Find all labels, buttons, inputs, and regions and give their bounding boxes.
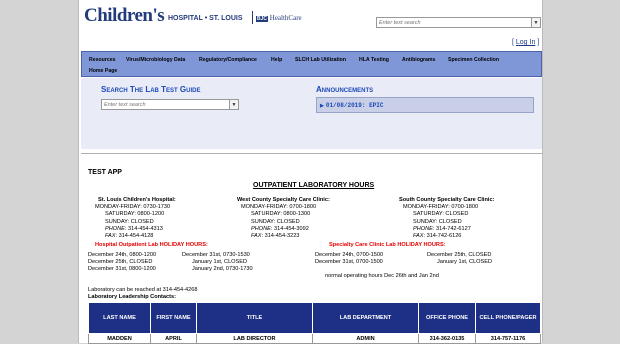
table-cell: MADDEN <box>88 333 151 344</box>
logo-divider <box>252 11 253 24</box>
location-hours-line: SUNDAY: CLOSED <box>251 218 300 225</box>
location-hours-line: SUNDAY: CLOSED <box>105 218 154 225</box>
location-hours-line: SATURDAY: 0800-1200 <box>105 211 165 218</box>
holiday-line: December 24th, 0800-1200 <box>88 252 157 258</box>
lab-test-guide-search-input[interactable] <box>102 101 229 108</box>
holiday-line: December 31st, 0800-1200 <box>88 266 156 273</box>
announcement-item[interactable]: ▶ 01/08/2019: EPIC <box>320 102 383 109</box>
hospital-holiday-list-right: December 31st, 0730-1530 January 1st, CL… <box>182 252 253 274</box>
announcements-box: ▶ 01/08/2019: EPIC <box>316 97 534 113</box>
logo-hospital-text: HOSPITAL • ST. LOUIS <box>168 15 243 22</box>
nav-item-slch-lab-utilization[interactable]: SLCH Lab Utilization <box>295 57 346 63</box>
bjc-logo: BJC HealthCare <box>256 14 302 22</box>
chevron-down-icon: ▼ <box>231 101 237 108</box>
lab-test-guide-search: ▼ <box>101 99 239 110</box>
nav-item-home-page[interactable]: Home Page <box>89 68 117 74</box>
location-west-county: West County Specialty Care Clinic: MONDA… <box>237 197 330 240</box>
location-name: St. Louis Children's Hospital: <box>98 197 176 203</box>
holiday-line: January 1st, CLOSED <box>437 259 493 266</box>
main-nav: Resources Virus/Microbiology Data Regula… <box>81 51 542 77</box>
location-fax: FAX: 314-454-3223 <box>251 233 300 240</box>
table-cell: LAB DIRECTOR <box>196 333 313 344</box>
location-name: South County Specialty Care Clinic: <box>399 197 495 203</box>
holiday-line: December 25th, CLOSED <box>88 259 153 266</box>
outpatient-hours-title: OUTPATIENT LABORATORY HOURS <box>253 182 375 189</box>
holiday-line: December 24th, 0700-1500 <box>315 252 384 258</box>
app-title: TEST APP <box>88 169 122 176</box>
table-cell: 314-362-0135 <box>418 333 476 344</box>
nav-item-antibiograms[interactable]: Antibiograms <box>402 57 435 63</box>
lab-test-guide-dropdown-button[interactable]: ▼ <box>229 100 238 109</box>
specialty-holiday-title: Specialty Care Clinic Lab HOLIDAY HOURS: <box>329 242 446 248</box>
table-cell: 314-757-1176 <box>475 333 541 344</box>
location-hours-line: MONDAY-FRIDAY: 0700-1800 <box>403 204 479 211</box>
specialty-holiday-note: normal operating hours Dec 26th and Jan … <box>325 273 439 279</box>
table-cell: ADMIN <box>312 333 419 344</box>
column-header: FIRST NAME <box>150 302 197 334</box>
location-fax: FAX: 314-742-6126 <box>413 233 462 240</box>
nav-item-specimen-collection[interactable]: Specimen Collection <box>448 57 499 63</box>
holiday-line: December 31st, 0730-1530 <box>182 252 250 258</box>
nav-item-help[interactable]: Help <box>271 57 282 63</box>
column-header: CELL PHONE/PAGER <box>475 302 541 334</box>
holiday-line: December 31st, 0700-1500 <box>315 259 383 266</box>
location-hours-line: MONDAY-FRIDAY: 0730-1730 <box>95 204 171 211</box>
chevron-down-icon: ▼ <box>533 19 539 26</box>
hospital-holiday-list-left: December 24th, 0800-1200 December 25th, … <box>88 252 156 274</box>
caret-right-icon: ▶ <box>320 102 324 109</box>
location-hours-line: SUNDAY: CLOSED <box>413 218 462 225</box>
specialty-holiday-list-left: December 24th, 0700-1500 December 31st, … <box>315 252 383 266</box>
nav-item-regulatory-compliance[interactable]: Regulatory/Compliance <box>199 57 257 63</box>
location-hours-line: SATURDAY: 0800-1300 <box>251 211 311 218</box>
table-row: MADDEN APRIL LAB DIRECTOR ADMIN 314-362-… <box>88 333 541 344</box>
nav-item-virus-microbiology[interactable]: Virus/Microbiology Data <box>126 57 185 63</box>
holiday-line: January 2nd, 0730-1730 <box>192 266 253 273</box>
location-phone: PHONE: 314-454-3092 <box>251 225 309 232</box>
column-header: LAB DEPARTMENT <box>312 302 419 334</box>
location-hours-line: MONDAY-FRIDAY: 0700-1800 <box>241 204 317 211</box>
column-header: OFFICE PHONE <box>418 302 476 334</box>
location-name: West County Specialty Care Clinic: <box>237 197 330 203</box>
table-header-row: LAST NAME FIRST NAME TITLE LAB DEPARTMEN… <box>88 302 541 334</box>
page-container: Children's HOSPITAL • ST. LOUIS BJC Heal… <box>78 0 544 344</box>
holiday-line: January 1st, CLOSED <box>192 259 248 266</box>
site-search-dropdown-button[interactable]: ▼ <box>531 18 540 27</box>
childrens-logo[interactable]: Children's <box>84 5 165 27</box>
location-slch: St. Louis Children's Hospital: MONDAY-FR… <box>86 197 176 240</box>
location-phone: PHONE: 314-742-6127 <box>413 225 471 232</box>
leadership-table: LAST NAME FIRST NAME TITLE LAB DEPARTMEN… <box>88 302 541 344</box>
column-header: LAST NAME <box>88 302 151 334</box>
hospital-holiday-title: Hospital Outpatient Lab HOLIDAY HOURS: <box>95 242 208 248</box>
leadership-title: Laboratory Leadership Contacts: <box>88 294 176 300</box>
site-search-input[interactable] <box>377 19 531 26</box>
table-cell: APRIL <box>150 333 197 344</box>
nav-item-hla-testing[interactable]: HLA Testing <box>359 57 389 63</box>
announcements-title: Announcements <box>316 85 374 94</box>
site-search: ▼ <box>376 17 541 28</box>
login-link[interactable]: Log In <box>516 39 535 46</box>
column-header: TITLE <box>196 302 313 334</box>
lab-test-guide-title: Search The Lab Test Guide <box>101 85 201 94</box>
location-hours-line: SATURDAY: CLOSED <box>413 211 469 218</box>
holiday-line: December 25th, CLOSED <box>427 252 492 258</box>
location-phone: PHONE: 314-454-4313 <box>105 225 163 232</box>
specialty-holiday-list-right: December 25th, CLOSED January 1st, CLOSE… <box>427 252 492 266</box>
login-link-wrapper: [ Log In ] <box>512 39 540 46</box>
nav-item-resources[interactable]: Resources <box>89 57 116 63</box>
lab-phone-note: Laboratory can be reached at 314-454-426… <box>88 287 198 293</box>
main-content: TEST APP OUTPATIENT LABORATORY HOURS St.… <box>81 153 542 344</box>
location-fax: FAX: 314-454-4128 <box>105 233 154 240</box>
site-header: Children's HOSPITAL • ST. LOUIS BJC Heal… <box>79 0 544 36</box>
location-south-county: South County Specialty Care Clinic: MOND… <box>399 197 494 240</box>
